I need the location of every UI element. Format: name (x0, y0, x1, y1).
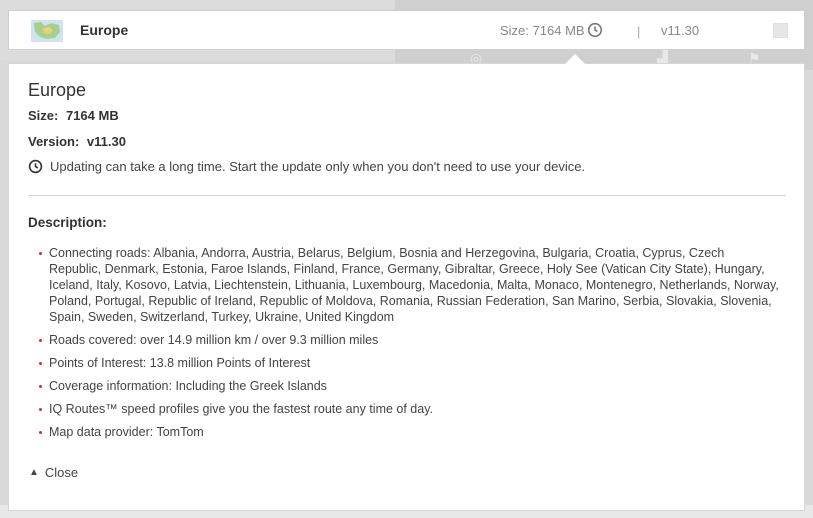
panel-pointer (565, 54, 585, 64)
header-separator: | (637, 24, 641, 39)
header-size: Size: 7164 MB (500, 23, 585, 38)
list-item: Coverage information: Including the Gree… (39, 378, 779, 394)
map-list-row[interactable]: Europe Size: 7164 MB | v11.30 (8, 10, 805, 50)
version-value: v11.30 (86, 134, 126, 149)
list-item: Points of Interest: 13.8 million Points … (39, 355, 779, 371)
clock-icon (28, 159, 43, 174)
chevron-up-icon: ▲ (29, 467, 39, 478)
close-button[interactable]: ▲ Close (29, 465, 78, 480)
description-list: Connecting roads: Albania, Andorra, Aust… (39, 245, 779, 447)
close-label: Close (44, 465, 79, 480)
version-row: Version: v11.30 (28, 134, 126, 149)
update-warning: Updating can take a long time. Start the… (28, 159, 585, 174)
list-item: Map data provider: TomTom (39, 424, 779, 440)
select-checkbox[interactable] (773, 23, 788, 38)
map-thumbnail-icon (31, 20, 63, 42)
header-size-value: 7164 MB (532, 23, 585, 38)
background-flag-icon: ⚑ (748, 50, 761, 66)
background-building-icon: ▟ (657, 50, 668, 66)
size-value: 7164 MB (65, 108, 119, 123)
header-version: v11.30 (661, 23, 700, 38)
details-panel: Europe Size: 7164 MB Version: v11.30 Upd… (8, 54, 805, 511)
warning-text: Updating can take a long time. Start the… (50, 159, 586, 174)
size-row: Size: 7164 MB (28, 108, 119, 123)
header-size-label: Size: (500, 23, 529, 38)
region-name: Europe (80, 22, 129, 38)
list-item: Connecting roads: Albania, Andorra, Aust… (39, 245, 779, 325)
panel-title: Europe (28, 80, 87, 100)
divider (28, 195, 786, 196)
list-item: Roads covered: over 14.9 million km / ov… (39, 332, 779, 348)
size-label: Size: (28, 108, 59, 123)
description-label: Description: (28, 215, 107, 230)
clock-icon (587, 22, 603, 38)
version-label: Version: (28, 134, 80, 149)
list-item: IQ Routes™ speed profiles give you the f… (39, 401, 779, 417)
background-gear-icon: ◎ (470, 50, 483, 66)
